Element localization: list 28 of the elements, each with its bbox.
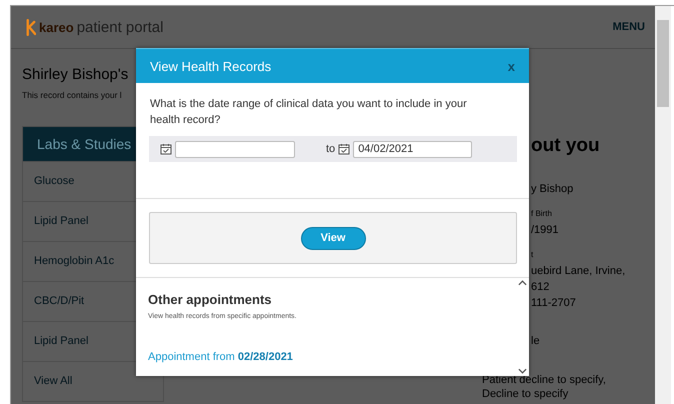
field-value: uebird Lane, Irvine, bbox=[531, 264, 626, 279]
field-label: t bbox=[531, 250, 534, 259]
to-label: to bbox=[326, 143, 336, 155]
field-label: f Birth bbox=[531, 209, 553, 218]
calendar-icon[interactable] bbox=[160, 143, 172, 155]
scroll-down-icon[interactable] bbox=[518, 368, 526, 374]
menu-link[interactable]: MENU bbox=[612, 21, 645, 33]
date-range-question: What is the date range of clinical data you want to include in your health record? bbox=[149, 97, 468, 128]
field-value: /1991 bbox=[531, 223, 559, 238]
field-value: 612 bbox=[531, 280, 550, 295]
calendar-icon[interactable] bbox=[338, 143, 350, 155]
dialog-title: View Health Records bbox=[150, 58, 272, 74]
scroll-up-icon[interactable] bbox=[518, 280, 526, 286]
field-value: le bbox=[531, 334, 540, 349]
end-date-field[interactable]: 04/02/2021 bbox=[353, 140, 472, 158]
field-value: y Bishop bbox=[531, 182, 574, 197]
start-date-field[interactable] bbox=[175, 140, 295, 158]
field-value: 111-2707 bbox=[531, 296, 577, 311]
brand-name: kareo bbox=[39, 20, 74, 34]
record-subtitle: This record contains your l bbox=[22, 90, 122, 100]
about-heading: out you bbox=[530, 135, 600, 157]
close-button[interactable]: x bbox=[508, 58, 515, 74]
record-title: Shirley Bishop's bbox=[22, 66, 128, 83]
field-value: Decline to specify bbox=[482, 387, 570, 401]
field-value: Patient decline to specify, bbox=[482, 373, 606, 387]
view-button[interactable]: View bbox=[300, 226, 366, 250]
product-name: patient portal bbox=[76, 18, 164, 36]
scrollbar[interactable] bbox=[655, 6, 671, 404]
